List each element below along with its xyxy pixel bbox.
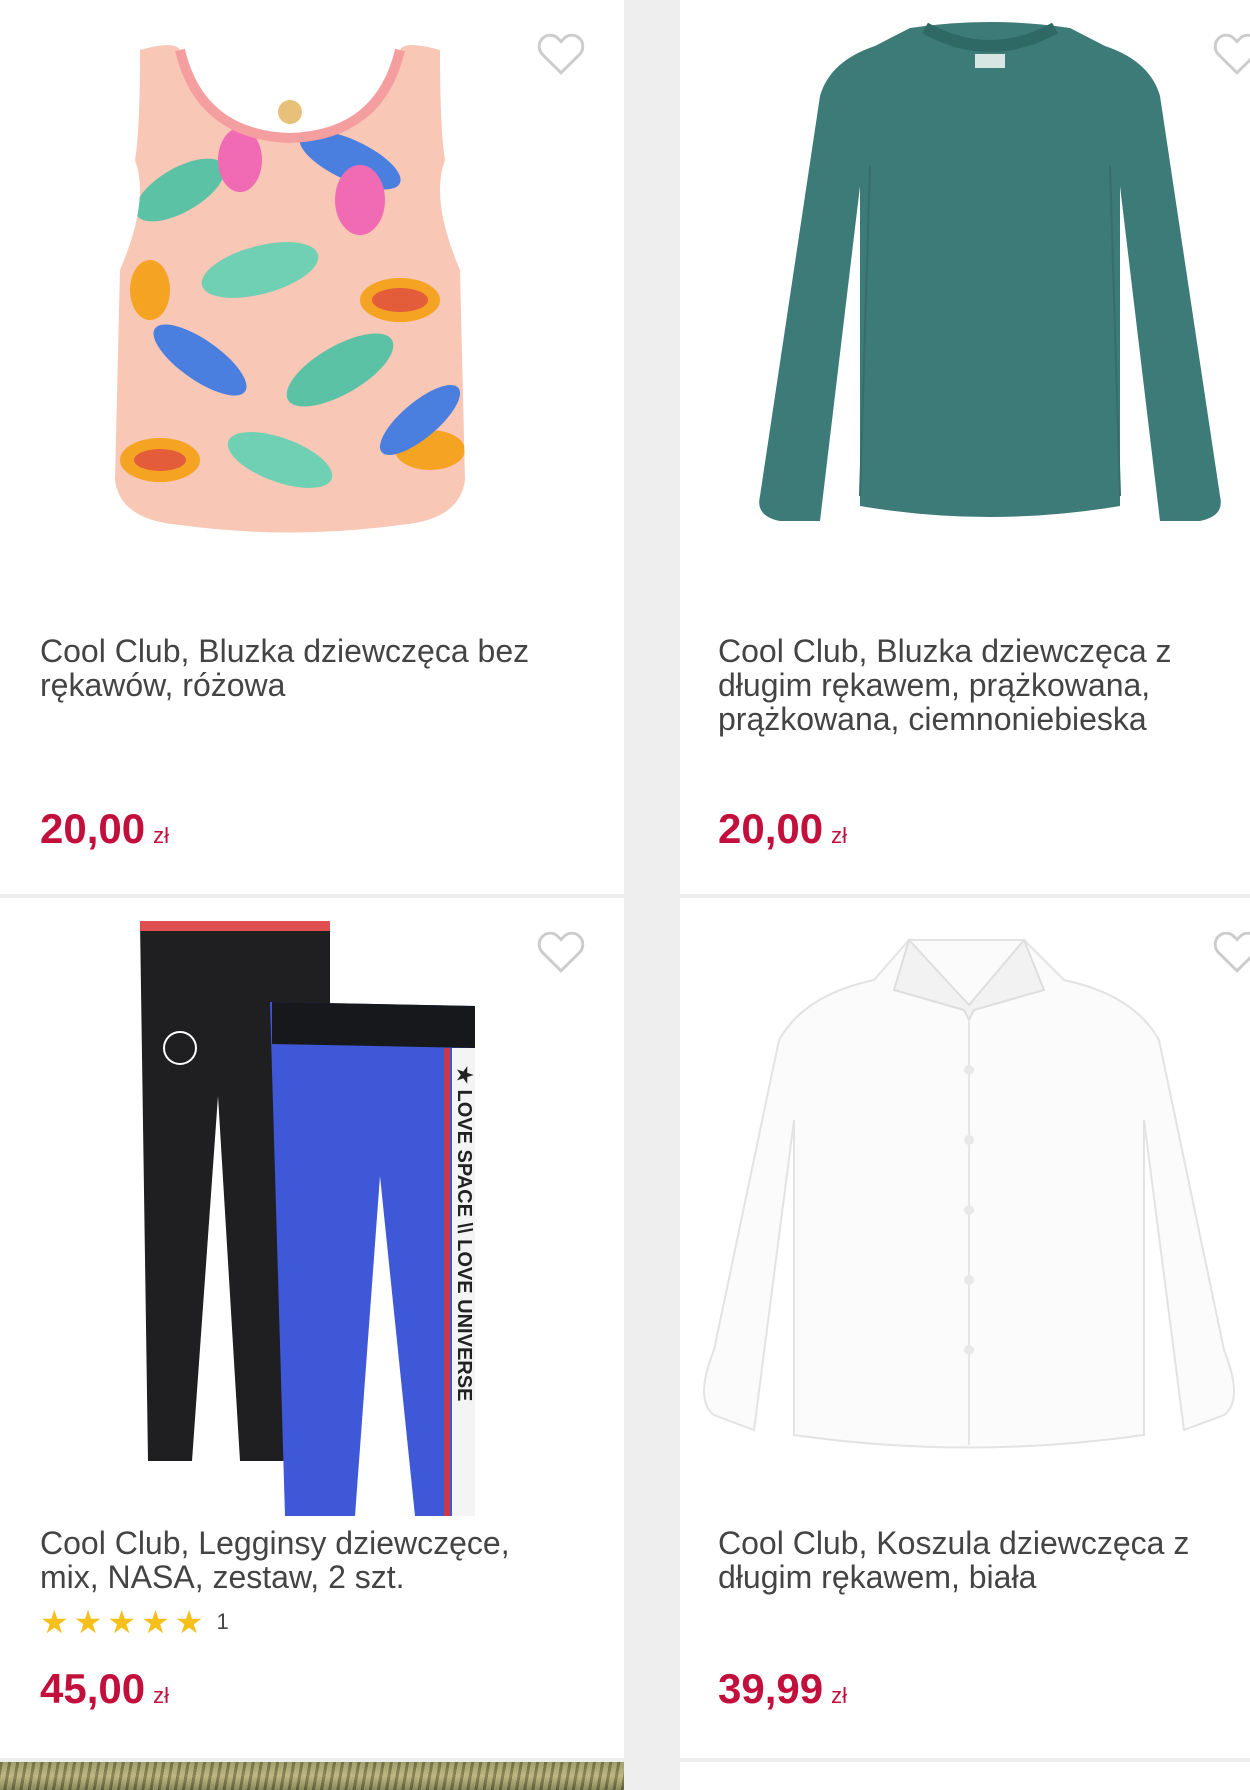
- price-currency: zł: [831, 823, 847, 848]
- star-icon: ★: [73, 1604, 103, 1640]
- price-currency: zł: [831, 1683, 847, 1708]
- price-amount: 45,00: [40, 1665, 146, 1712]
- product-image-partial[interactable]: [0, 1762, 624, 1790]
- product-image-leggings-set[interactable]: ★ LOVE SPACE \\ LOVE UNIVERSE: [130, 916, 480, 1516]
- price-currency: zł: [153, 1683, 169, 1708]
- star-icon: ★: [141, 1604, 170, 1640]
- product-image-tank-top[interactable]: [100, 40, 530, 540]
- product-price: 39,99 zł: [718, 1666, 847, 1719]
- product-price: 45,00 zł: [40, 1666, 169, 1719]
- product-card[interactable]: Cool Club, Bluzka dziewczęca bez rękawów…: [0, 0, 624, 894]
- star-icon: ★: [107, 1604, 137, 1640]
- price-currency: zł: [153, 823, 169, 848]
- product-rating: ★ ★ ★ ★ ★ 1: [40, 1606, 229, 1638]
- product-image-long-sleeve-top[interactable]: [740, 16, 1240, 606]
- product-card-partial[interactable]: [680, 1762, 1250, 1790]
- star-icon: ★: [174, 1604, 204, 1640]
- rating-count: 1: [216, 1609, 229, 1634]
- product-title[interactable]: Cool Club, Bluzka dziewczęca bez rękawów…: [40, 634, 600, 702]
- product-card[interactable]: ★ LOVE SPACE \\ LOVE UNIVERSE Cool Club,…: [0, 898, 624, 1758]
- leggings-print-text: ★ LOVE SPACE \\ LOVE UNIVERSE: [453, 1066, 475, 1401]
- price-amount: 20,00: [40, 805, 146, 852]
- star-icon: ★: [40, 1604, 69, 1640]
- product-image-white-shirt[interactable]: [684, 930, 1250, 1490]
- product-price: 20,00 zł: [40, 806, 169, 859]
- product-grid: Cool Club, Bluzka dziewczęca bez rękawów…: [0, 0, 1250, 1790]
- product-title[interactable]: Cool Club, Bluzka dziewczęca z długim rę…: [718, 634, 1238, 736]
- heart-outline-icon[interactable]: [1212, 928, 1250, 974]
- heart-outline-icon[interactable]: [1212, 30, 1250, 76]
- price-amount: 39,99: [718, 1665, 824, 1712]
- price-amount: 20,00: [718, 805, 824, 852]
- product-title[interactable]: Cool Club, Legginsy dziewczęce, mix, NAS…: [40, 1526, 600, 1594]
- product-card[interactable]: Cool Club, Koszula dziewczęca z długim r…: [680, 898, 1250, 1758]
- product-price: 20,00 zł: [718, 806, 847, 859]
- product-card[interactable]: Cool Club, Bluzka dziewczęca z długim rę…: [680, 0, 1250, 894]
- product-title[interactable]: Cool Club, Koszula dziewczęca z długim r…: [718, 1526, 1238, 1594]
- heart-outline-icon[interactable]: [536, 928, 586, 974]
- product-card-partial[interactable]: [0, 1762, 624, 1790]
- heart-outline-icon[interactable]: [536, 30, 586, 76]
